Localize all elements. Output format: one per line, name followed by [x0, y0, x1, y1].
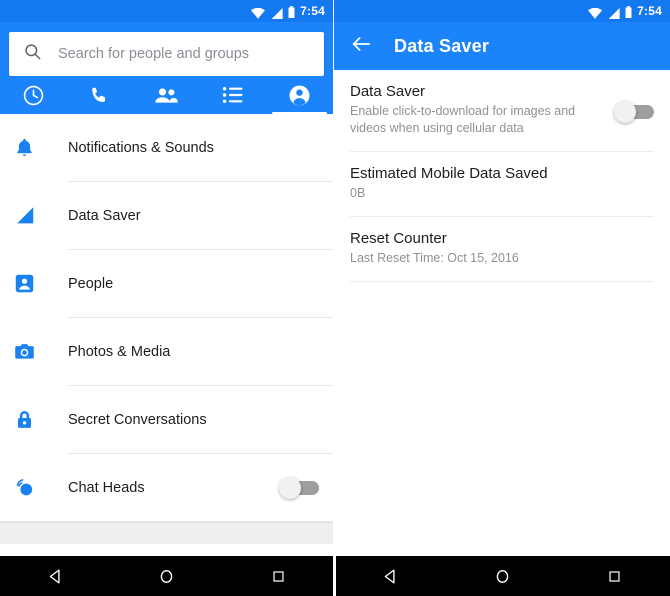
row-text-block: Data Saver Enable click-to-download for …	[350, 83, 614, 137]
person-badge-icon	[14, 273, 54, 294]
list-item-data-saver[interactable]: Data Saver	[0, 182, 333, 249]
chat-heads-icon	[14, 477, 54, 499]
home-nav-button[interactable]	[144, 556, 190, 596]
chat-heads-toggle[interactable]	[279, 476, 319, 499]
list-item-label: Data Saver	[68, 207, 141, 224]
app-bar: Data Saver	[334, 22, 670, 70]
list-item-label: Notifications & Sounds	[68, 139, 214, 156]
list-bottom-band	[0, 522, 333, 544]
data-saver-content: Data Saver Enable click-to-download for …	[334, 70, 670, 542]
status-bar-left: 7:54	[0, 0, 333, 22]
back-nav-button[interactable]	[33, 556, 79, 596]
status-time-right: 7:54	[637, 4, 662, 18]
row-subtitle: Last Reset Time: Oct 15, 2016	[350, 250, 519, 265]
row-text-block: Estimated Mobile Data Saved 0B	[350, 165, 654, 202]
camera-icon	[14, 341, 54, 362]
left-panel-settings: 7:54 Search for people and groups Notifi…	[0, 0, 334, 596]
home-nav-button[interactable]	[479, 556, 525, 596]
search-icon	[23, 42, 42, 66]
cellular-signal-icon	[607, 6, 620, 19]
search-placeholder: Search for people and groups	[58, 46, 250, 62]
list-item-people[interactable]: People	[0, 250, 333, 317]
right-panel-data-saver: 7:54 Data Saver Data Saver Enable click-…	[334, 0, 670, 596]
search-header: Search for people and groups	[0, 22, 333, 76]
list-item-secret-conversations[interactable]: Secret Conversations	[0, 386, 333, 453]
panel-separator	[334, 556, 336, 596]
tab-recents[interactable]	[0, 76, 67, 114]
list-item-label: People	[68, 275, 114, 292]
row-estimated-data-saved[interactable]: Estimated Mobile Data Saved 0B	[334, 152, 670, 216]
nav-bar-left	[0, 556, 333, 596]
row-title: Estimated Mobile Data Saved	[350, 164, 548, 182]
status-time-left: 7:54	[300, 4, 325, 18]
list-item-chat-heads[interactable]: Chat Heads	[0, 454, 333, 521]
row-title: Reset Counter	[350, 229, 447, 247]
data-saver-toggle[interactable]	[614, 101, 654, 123]
tab-calls[interactable]	[67, 76, 134, 114]
data-saver-signal-icon	[14, 205, 54, 227]
row-title: Data Saver	[350, 83, 426, 100]
status-bar-right: 7:54	[334, 0, 670, 22]
tab-list[interactable]	[200, 76, 267, 114]
nav-bar-right	[334, 556, 670, 596]
toggle-holder	[614, 83, 654, 128]
tab-profile[interactable]	[266, 76, 333, 114]
tab-bar	[0, 76, 333, 114]
row-subtitle: 0B	[350, 185, 366, 200]
bell-icon	[14, 137, 54, 158]
list-item-photos-media[interactable]: Photos & Media	[0, 318, 333, 385]
list-item-label: Photos & Media	[68, 343, 171, 360]
wifi-icon	[251, 6, 266, 19]
search-input[interactable]: Search for people and groups	[9, 32, 324, 76]
recents-nav-button[interactable]	[255, 556, 301, 596]
page-title: Data Saver	[394, 35, 490, 56]
row-subtitle: Enable click-to-download for images and …	[350, 104, 576, 135]
toggle-thumb	[614, 101, 636, 123]
row-data-saver[interactable]: Data Saver Enable click-to-download for …	[334, 70, 670, 151]
row-text-block: Reset Counter Last Reset Time: Oct 15, 2…	[350, 230, 654, 267]
row-divider	[350, 280, 654, 282]
list-item-notifications-sounds[interactable]: Notifications & Sounds	[0, 114, 333, 181]
settings-list: Notifications & Sounds Data Saver People…	[0, 114, 333, 544]
lock-icon	[14, 409, 54, 430]
row-reset-counter[interactable]: Reset Counter Last Reset Time: Oct 15, 2…	[334, 217, 670, 281]
battery-icon	[288, 5, 295, 18]
recents-nav-button[interactable]	[591, 556, 637, 596]
cellular-signal-icon	[270, 6, 283, 19]
list-item-label: Chat Heads	[68, 479, 145, 496]
back-nav-button[interactable]	[367, 556, 413, 596]
back-arrow-icon[interactable]	[350, 33, 372, 60]
toggle-thumb	[279, 476, 301, 499]
list-item-label: Secret Conversations	[68, 411, 207, 428]
wifi-icon	[588, 6, 603, 19]
battery-icon	[625, 5, 632, 18]
screen: 7:54 Search for people and groups Notifi…	[0, 0, 670, 596]
tab-groups[interactable]	[133, 76, 200, 114]
